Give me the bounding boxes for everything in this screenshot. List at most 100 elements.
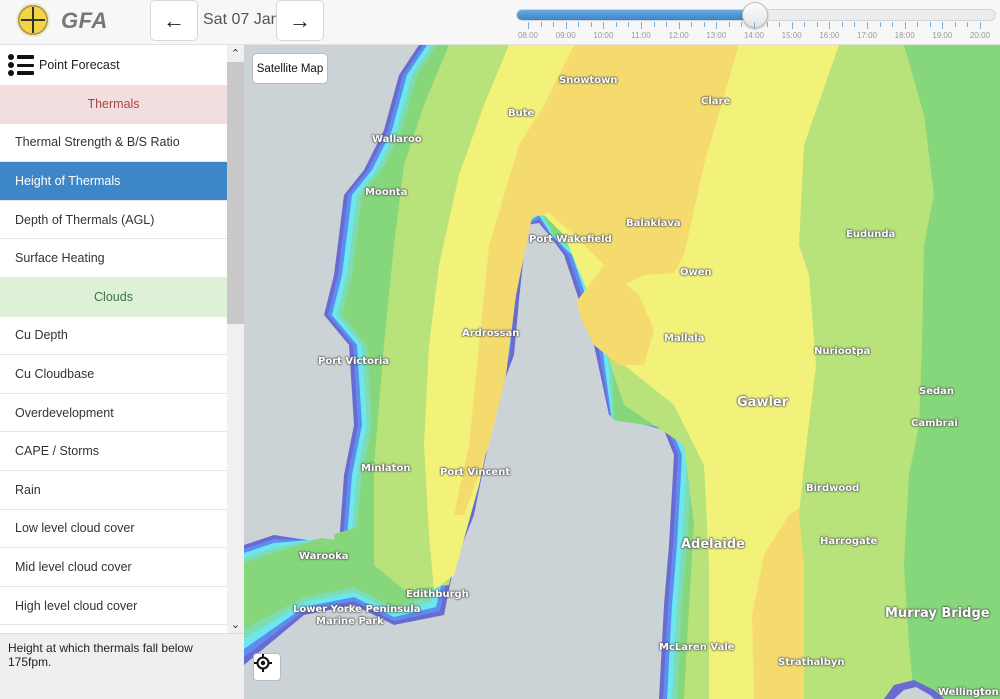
- time-tick: [766, 22, 768, 27]
- place-label-snowtown: Snowtown: [559, 75, 618, 86]
- top-bar: GFA ← Sat 07 Jan → 08:00 09:00 10:00 11:00 1…: [0, 0, 1000, 45]
- place-label-minlaton: Minlaton: [361, 463, 411, 474]
- satellite-map-button[interactable]: Satellite Map: [252, 53, 328, 84]
- time-label: 17:00: [856, 31, 878, 40]
- layer-description: Height at which thermals fall below 175f…: [0, 633, 244, 699]
- time-label: 10:00: [593, 31, 614, 40]
- time-tick: [628, 22, 630, 27]
- time-tick: [892, 22, 894, 27]
- chevron-up-icon: ⌃: [230, 48, 241, 60]
- time-tick: [804, 22, 806, 27]
- time-label: 20:00: [969, 31, 991, 40]
- time-tick: [741, 22, 743, 27]
- section-header-clouds: Clouds: [0, 277, 227, 317]
- place-label-marine-park: Marine Park: [316, 616, 384, 627]
- time-tick: [754, 22, 755, 29]
- place-label-port-wakefield: Port Wakefield: [529, 234, 612, 245]
- previous-day-button[interactable]: ←: [150, 0, 198, 41]
- layer-menu: Point Forecast Thermals Thermal Strength …: [0, 45, 227, 633]
- time-tick: [653, 22, 655, 27]
- time-label: 08:00: [517, 31, 539, 40]
- place-label-strathalbyn: Strathalbyn: [778, 657, 845, 668]
- time-tick: [703, 22, 705, 27]
- place-label-bute: Bute: [508, 108, 535, 119]
- forecast-map[interactable]: Snowtown Clare Bute Wallaroo Moonta Port Wake…: [244, 45, 1000, 699]
- place-label-port-victoria: Port Victoria: [318, 356, 390, 367]
- time-label: 12:00: [668, 31, 689, 40]
- scroll-up-button[interactable]: ⌃: [227, 45, 244, 62]
- menu-item-high-level-cloud-cover[interactable]: High level cloud cover: [0, 586, 227, 626]
- time-tick: [929, 22, 931, 27]
- place-label-wellington: Wellington: [938, 687, 999, 698]
- scrollbar-thumb[interactable]: [227, 62, 244, 324]
- menu-item-low-level-cloud-cover[interactable]: Low level cloud cover: [0, 509, 227, 549]
- time-tick: [879, 22, 881, 27]
- time-tick: [590, 22, 592, 27]
- menu-item-thermal-strength-b-s-ratio[interactable]: Thermal Strength & B/S Ratio: [0, 123, 227, 163]
- place-label-lower-yorke-peninsula: Lower Yorke Peninsula: [293, 604, 421, 615]
- time-tick: [565, 22, 567, 29]
- time-tick: [791, 22, 793, 29]
- menu-item-depth-of-thermals-agl[interactable]: Depth of Thermals (AGL): [0, 200, 227, 240]
- menu-item-surface-heating[interactable]: Surface Heating: [0, 239, 227, 278]
- time-tick: [917, 22, 919, 27]
- place-label-cambrai: Cambrai: [911, 418, 958, 429]
- time-tick: [578, 22, 580, 27]
- time-tick: [904, 22, 906, 29]
- time-tick: [728, 22, 730, 27]
- crosshair-locate-icon: [254, 654, 272, 672]
- sidebar-scrollbar[interactable]: ⌃ ⌄: [227, 45, 244, 633]
- place-label-eudunda: Eudunda: [846, 229, 896, 240]
- time-tick: [967, 22, 969, 27]
- place-label-ardrossan: Ardrossan: [462, 328, 520, 339]
- time-label: 16:00: [819, 31, 840, 40]
- place-label-adelaide: Adelaide: [681, 537, 745, 552]
- point-forecast-button[interactable]: Point Forecast: [0, 45, 227, 85]
- place-label-edithburgh: Edithburgh: [406, 589, 469, 600]
- time-tick: [816, 22, 818, 27]
- time-tick: [942, 22, 944, 29]
- place-label-murray-bridge: Murray Bridge: [885, 606, 990, 621]
- place-label-harrogate: Harrogate: [820, 536, 878, 547]
- place-label-balaklava: Balaklava: [626, 218, 681, 229]
- place-label-gawler: Gawler: [737, 395, 789, 410]
- arrow-right-icon: →: [289, 7, 311, 33]
- thermal-height-overlay: [244, 45, 1000, 699]
- time-slider-ticks: [516, 22, 996, 30]
- menu-item-overdevelopment[interactable]: Overdevelopment: [0, 393, 227, 433]
- time-label: 18:00: [894, 31, 915, 40]
- time-tick: [867, 22, 868, 29]
- time-tick: [841, 22, 843, 27]
- chevron-down-icon: ⌄: [230, 619, 241, 631]
- arrow-left-icon: ←: [163, 7, 185, 33]
- place-label-mclaren-vale: McLaren Vale: [659, 642, 735, 653]
- menu-item-cu-depth[interactable]: Cu Depth: [0, 316, 227, 356]
- time-label: 13:00: [706, 31, 727, 40]
- menu-item-cape-storms[interactable]: CAPE / Storms: [0, 432, 227, 471]
- time-tick: [854, 22, 856, 27]
- time-tick: [954, 22, 956, 27]
- scroll-down-button[interactable]: ⌄: [227, 616, 244, 633]
- time-tick: [603, 22, 605, 29]
- place-label-wallaroo: Wallaroo: [372, 134, 422, 145]
- next-day-button[interactable]: →: [276, 0, 324, 41]
- place-label-nuriootpa: Nuriootpa: [814, 346, 871, 357]
- time-label: 14:00: [743, 31, 765, 40]
- section-header-thermals: Thermals: [0, 85, 227, 124]
- menu-item-cu-cloudbase[interactable]: Cu Cloudbase: [0, 355, 227, 394]
- time-tick: [980, 22, 981, 29]
- time-slider-labels: 08:00 09:00 10:00 11:00 12:00 13:00 14:00 15:00…: [516, 31, 996, 41]
- time-slider[interactable]: [516, 2, 996, 28]
- place-label-sedan: Sedan: [919, 386, 955, 397]
- menu-item-height-of-thermals[interactable]: Height of Thermals: [0, 162, 227, 201]
- menu-item-rain[interactable]: Rain: [0, 470, 227, 510]
- place-label-birdwood: Birdwood: [806, 483, 860, 494]
- locate-button[interactable]: [253, 653, 281, 681]
- time-tick: [716, 22, 718, 29]
- time-slider-fill: [517, 10, 755, 20]
- time-label: 11:00: [631, 31, 651, 40]
- menu-item-mid-level-cloud-cover[interactable]: Mid level cloud cover: [0, 548, 227, 587]
- time-label: 09:00: [555, 31, 576, 40]
- gfa-logo-icon: [16, 3, 50, 37]
- list-icon: [8, 54, 34, 76]
